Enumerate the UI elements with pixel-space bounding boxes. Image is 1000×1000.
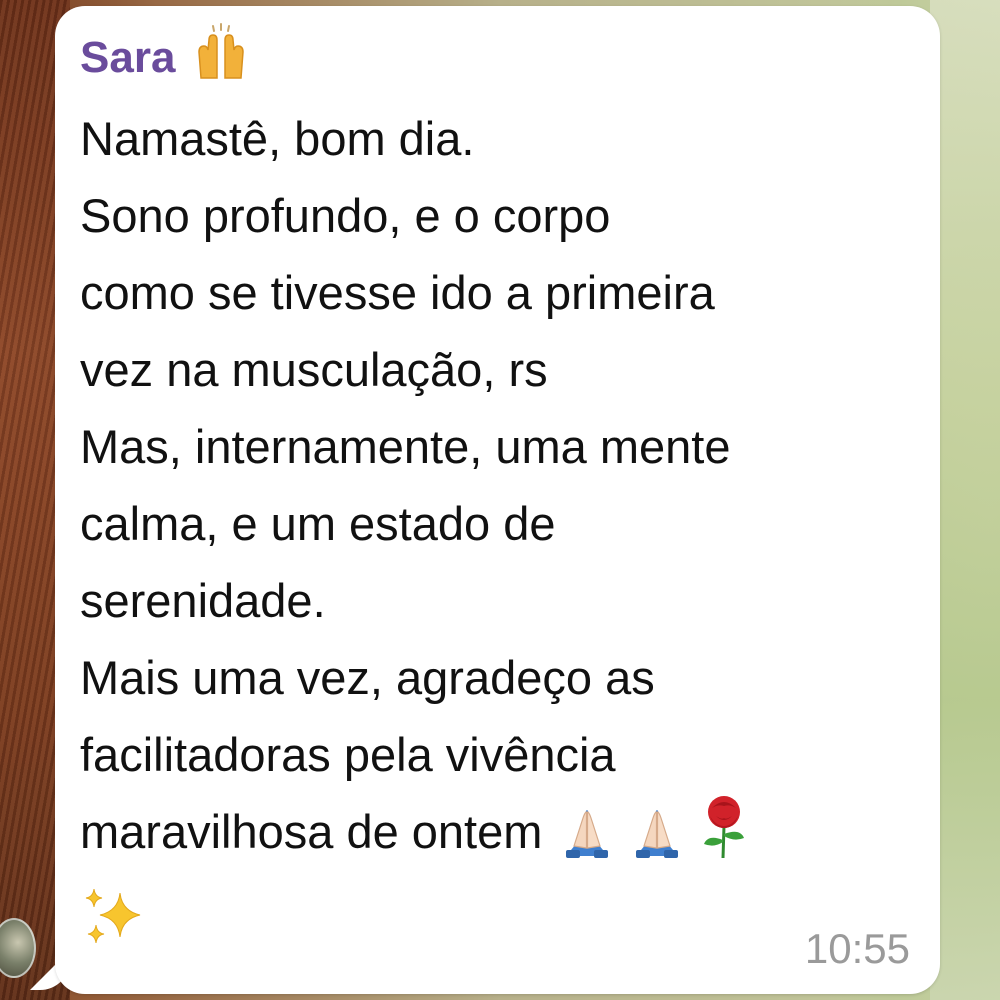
raised-hands-icon [191,22,251,93]
sparkles-icon [82,885,144,952]
message-line: Sono profundo, e o corpo [80,189,611,242]
message-line: vez na musculação, rs [80,343,548,396]
background-right [930,0,1000,1000]
message-line: Mas, internamente, uma mente [80,420,731,473]
folded-hands-icon [556,804,618,882]
message-line: maravilhosa de ontem [80,805,543,858]
folded-hands-icon [626,804,688,882]
message-timestamp: 10:55 [804,925,910,972]
rose-icon [696,794,752,882]
message-line-last: maravilhosa de ontem [80,793,920,870]
message-text: Namastê, bom dia. Sono profundo, e o cor… [80,100,920,870]
message-line: calma, e um estado de [80,497,556,550]
message-line: Namastê, bom dia. [80,112,475,165]
sender-header: Sara [80,22,251,93]
emoji-group [556,794,752,882]
message-line: Mais uma vez, agradeço as [80,651,655,704]
sender-name[interactable]: Sara [80,33,175,83]
message-line: como se tivesse ido a primeira [80,266,715,319]
message-line: facilitadoras pela vivência [80,728,616,781]
message-line: serenidade. [80,574,326,627]
